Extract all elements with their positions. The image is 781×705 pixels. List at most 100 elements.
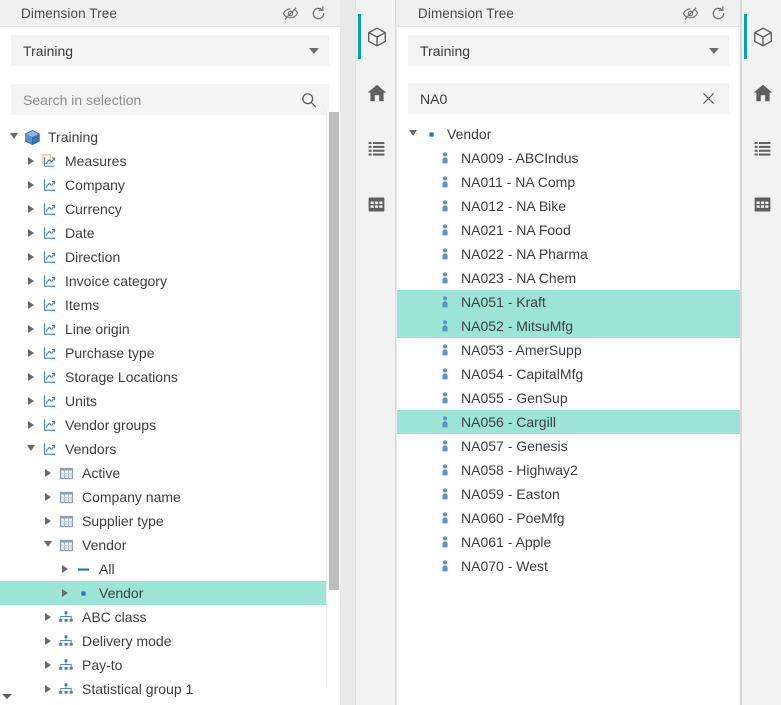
rail-grid-icon[interactable] — [742, 182, 781, 227]
expand-arrow-icon[interactable] — [23, 149, 39, 173]
clear-x-icon[interactable] — [700, 90, 718, 108]
rail-cube-icon[interactable] — [356, 14, 397, 59]
tree-item[interactable]: Invoice category — [0, 269, 340, 293]
rail-home-icon[interactable] — [742, 70, 781, 115]
expand-arrow-icon[interactable] — [40, 461, 56, 485]
cube-selector[interactable]: Training — [11, 35, 329, 66]
tree-item[interactable]: Vendor — [0, 581, 340, 605]
expand-arrow-icon[interactable] — [23, 197, 39, 221]
rail-cube-icon[interactable] — [742, 14, 781, 59]
rail-list-icon[interactable] — [742, 126, 781, 171]
tree-item[interactable]: Vendors — [0, 437, 340, 461]
tree-item[interactable]: Pay-to — [0, 653, 340, 677]
tree-item[interactable]: Purchase type — [0, 341, 340, 365]
expand-arrow-icon[interactable] — [57, 557, 73, 581]
expand-arrow-icon[interactable] — [40, 629, 56, 653]
rail-grid-icon[interactable] — [356, 182, 397, 227]
scrollbar-down-button[interactable] — [0, 688, 13, 705]
tree-item[interactable]: NA054 - CapitalMfg — [397, 362, 740, 386]
tree-item[interactable]: NA059 - Easton — [397, 482, 740, 506]
expand-arrow-icon[interactable] — [40, 605, 56, 629]
tree-item[interactable]: NA011 - NA Comp — [397, 170, 740, 194]
tree-item[interactable]: NA023 - NA Chem — [397, 266, 740, 290]
collapse-arrow-icon[interactable] — [40, 533, 56, 557]
tree-item[interactable]: Date — [0, 221, 340, 245]
cube-selector[interactable]: Training — [408, 35, 729, 66]
refresh-icon[interactable] — [310, 5, 327, 22]
tree-item[interactable]: Line origin — [0, 317, 340, 341]
tree-item[interactable]: Measures — [0, 149, 340, 173]
collapse-arrow-icon[interactable] — [6, 125, 22, 149]
tree-item[interactable]: Units — [0, 389, 340, 413]
expand-arrow-icon[interactable] — [23, 245, 39, 269]
left-tree[interactable]: TrainingMeasures Company CurrencyDateDirec… — [0, 125, 340, 705]
expand-arrow-icon[interactable] — [57, 581, 73, 605]
tree-item[interactable]: Currency — [0, 197, 340, 221]
dimension-icon — [39, 295, 59, 315]
search-icon[interactable] — [300, 91, 318, 109]
rail-home-icon[interactable] — [356, 70, 397, 115]
expand-arrow-icon[interactable] — [40, 677, 56, 701]
tree-item[interactable]: Supplier type — [0, 509, 340, 533]
tree-item[interactable]: Vendor — [0, 533, 340, 557]
tree-item[interactable]: Items — [0, 293, 340, 317]
tree-item[interactable]: Company name — [0, 485, 340, 509]
tree-item[interactable]: NA056 - Cargill — [397, 410, 740, 434]
expand-arrow-icon[interactable] — [23, 269, 39, 293]
expand-arrow-icon[interactable] — [23, 389, 39, 413]
cube-selector-value: Training — [420, 43, 709, 59]
tree-item[interactable]: NA053 - AmerSupp — [397, 338, 740, 362]
tree-item[interactable]: Vendor — [397, 122, 740, 146]
expand-arrow-icon[interactable] — [23, 293, 39, 317]
dimension-tree-screen: Dimension Tree — [0, 0, 781, 705]
right-tree[interactable]: VendorNA009 - ABCIndusNA011 - NA CompNA0… — [397, 122, 740, 705]
tree-item[interactable]: NA052 - MitsuMfg — [397, 314, 740, 338]
member-icon — [435, 460, 455, 480]
tree-item[interactable]: Training — [0, 125, 340, 149]
tree-item[interactable]: Company — [0, 173, 340, 197]
expand-arrow-icon[interactable] — [23, 341, 39, 365]
tree-item[interactable]: Vendor groups — [0, 413, 340, 437]
expand-arrow-icon[interactable] — [40, 653, 56, 677]
tree-item[interactable]: Direction — [0, 245, 340, 269]
tree-item[interactable]: Active — [0, 461, 340, 485]
tree-item[interactable]: All — [0, 557, 340, 581]
tree-item[interactable]: Statistical group 1 — [0, 677, 340, 701]
tree-item[interactable]: NA058 - Highway2 — [397, 458, 740, 482]
member-icon — [435, 412, 455, 432]
rail-list-icon[interactable] — [356, 126, 397, 171]
expand-arrow-icon[interactable] — [40, 509, 56, 533]
member-icon — [435, 484, 455, 504]
tree-item-label: NA056 - Cargill — [461, 415, 556, 429]
tree-item-label: NA053 - AmerSupp — [461, 343, 582, 357]
hide-eye-icon[interactable] — [282, 5, 299, 22]
tree-item[interactable]: NA060 - PoeMfg — [397, 506, 740, 530]
search-input[interactable]: Search in selection — [11, 84, 329, 115]
expand-arrow-icon[interactable] — [23, 221, 39, 245]
tree-item[interactable]: NA051 - Kraft — [397, 290, 740, 314]
search-input[interactable]: NA0 — [408, 83, 729, 114]
expand-arrow-icon[interactable] — [23, 413, 39, 437]
expand-arrow-icon[interactable] — [23, 173, 39, 197]
tree-item-label: Company — [65, 178, 125, 192]
collapse-arrow-icon[interactable] — [405, 122, 421, 146]
tree-item[interactable]: NA022 - NA Pharma — [397, 242, 740, 266]
expand-arrow-icon[interactable] — [23, 365, 39, 389]
tree-item[interactable]: NA070 - West — [397, 554, 740, 578]
tree-item[interactable]: NA055 - GenSup — [397, 386, 740, 410]
expand-arrow-icon[interactable] — [23, 317, 39, 341]
tree-item[interactable]: NA012 - NA Bike — [397, 194, 740, 218]
refresh-icon[interactable] — [710, 5, 727, 22]
tree-item[interactable]: NA057 - Genesis — [397, 434, 740, 458]
left-tree-scrollbar[interactable] — [326, 110, 340, 688]
tree-item[interactable]: ABC class — [0, 605, 340, 629]
collapse-arrow-icon[interactable] — [23, 437, 39, 461]
tree-item[interactable]: NA009 - ABCIndus — [397, 146, 740, 170]
scrollbar-thumb[interactable] — [329, 112, 339, 590]
tree-item[interactable]: NA021 - NA Food — [397, 218, 740, 242]
hide-eye-icon[interactable] — [682, 5, 699, 22]
tree-item[interactable]: NA061 - Apple — [397, 530, 740, 554]
expand-arrow-icon[interactable] — [40, 485, 56, 509]
tree-item[interactable]: Delivery mode — [0, 629, 340, 653]
tree-item[interactable]: Storage Locations — [0, 365, 340, 389]
